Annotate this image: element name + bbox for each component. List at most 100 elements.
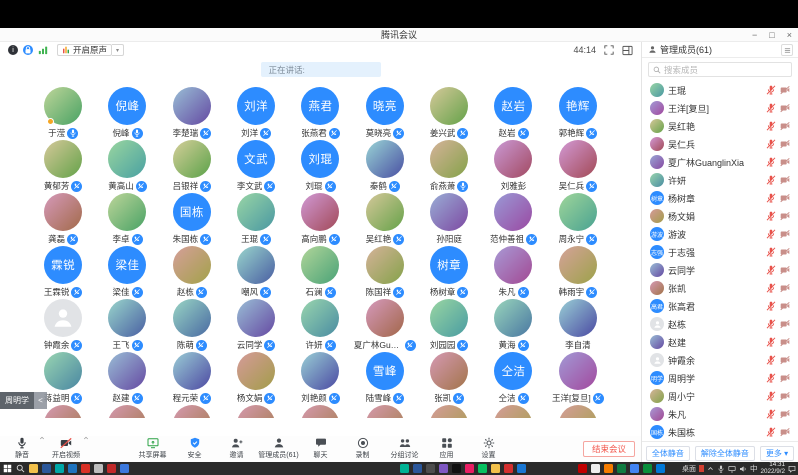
mic-off-icon[interactable] <box>766 247 776 257</box>
participant-tile[interactable]: 仝洁仝洁 <box>481 351 545 404</box>
member-row[interactable]: 赵建 <box>642 333 798 351</box>
mic-off-icon[interactable] <box>766 373 776 383</box>
toolbar-item-share-screen[interactable]: 共享屏幕 <box>136 437 170 460</box>
participant-tile[interactable]: 王洋[复旦] <box>546 351 610 404</box>
end-meeting-button[interactable]: 结束会议 <box>583 441 635 457</box>
hidden-icons-chevron[interactable] <box>707 465 714 472</box>
member-search-box[interactable] <box>648 62 792 77</box>
close-button[interactable]: × <box>787 28 792 42</box>
camera-off-icon[interactable] <box>780 211 790 221</box>
taskbar-app-icon[interactable] <box>42 464 51 473</box>
participant-tile[interactable]: 秦鹤 <box>353 139 417 192</box>
member-row[interactable]: 志强于志强 <box>642 243 798 261</box>
camera-off-icon[interactable] <box>780 391 790 401</box>
start-button-icon[interactable] <box>3 464 12 473</box>
participant-tile[interactable] <box>353 404 417 418</box>
participant-tile[interactable]: 赵岩赵岩 <box>481 86 545 139</box>
member-row[interactable]: 朱凡 <box>642 405 798 423</box>
camera-off-icon[interactable] <box>780 157 790 167</box>
mic-off-icon[interactable] <box>766 121 776 131</box>
participant-tile[interactable]: 云同学 <box>224 298 288 351</box>
participant-tile[interactable]: 陈萌 <box>160 298 224 351</box>
toolbar-item-mic[interactable]: 静音 <box>5 437 39 460</box>
participant-tile[interactable]: 刘园园 <box>417 298 481 351</box>
maximize-button[interactable]: □ <box>769 28 774 42</box>
camera-off-icon[interactable] <box>780 193 790 203</box>
camera-off-icon[interactable] <box>780 427 790 437</box>
taskbar-app-icon[interactable] <box>604 464 613 473</box>
taskbar-app-icon[interactable] <box>517 464 526 473</box>
toolbar-item-chat[interactable]: 聊天 <box>304 437 338 460</box>
participant-tile[interactable]: 俞燕萧 <box>417 139 481 192</box>
participant-tile[interactable]: 李卓 <box>95 192 159 245</box>
taskbar-app-icon[interactable] <box>656 464 665 473</box>
camera-off-icon[interactable] <box>780 409 790 419</box>
participant-tile[interactable]: 张凯 <box>417 351 481 404</box>
mic-off-icon[interactable] <box>766 337 776 347</box>
layout-view-icon[interactable] <box>622 45 633 56</box>
participant-tile[interactable]: 韩雨宇 <box>546 245 610 298</box>
tray-volume-icon[interactable] <box>739 465 747 473</box>
participant-tile[interactable]: 程元荣 <box>160 351 224 404</box>
taskbar-app-icon[interactable] <box>400 464 409 473</box>
participant-tile[interactable]: 刘艳颜 <box>288 351 352 404</box>
participant-tile[interactable]: 黄海 <box>481 298 545 351</box>
camera-off-icon[interactable] <box>780 265 790 275</box>
participant-tile[interactable]: 王琨 <box>224 192 288 245</box>
taskbar-app-icon[interactable] <box>413 464 422 473</box>
participant-tile[interactable]: 刘洋刘洋 <box>224 86 288 139</box>
participant-tile[interactable]: 钟霞余 <box>31 298 95 351</box>
taskbar-app-icon[interactable] <box>120 464 129 473</box>
participant-tile[interactable]: 于滢 <box>31 86 95 139</box>
participant-tile[interactable]: 刘雅彭 <box>481 139 545 192</box>
member-row[interactable]: 明学周明学 <box>642 369 798 387</box>
camera-off-icon[interactable] <box>780 121 790 131</box>
mic-off-icon[interactable] <box>766 193 776 203</box>
toolbar-item-breakout[interactable]: 分组讨论 <box>388 437 422 460</box>
participant-tile[interactable]: 晓亮莫晓亮 <box>353 86 417 139</box>
participant-tile[interactable]: 雪峰陆雪峰 <box>353 351 417 404</box>
camera-off-icon[interactable] <box>780 283 790 293</box>
member-row[interactable]: 张凯 <box>642 279 798 297</box>
taskbar-search-icon[interactable] <box>16 464 25 473</box>
member-row[interactable]: 周小宁 <box>642 387 798 405</box>
fullscreen-icon[interactable] <box>604 45 614 55</box>
participant-tile[interactable]: 许妍 <box>288 298 352 351</box>
mic-off-icon[interactable] <box>766 139 776 149</box>
participant-tile[interactable]: 霖锐王霖锐 <box>31 245 95 298</box>
tray-display-icon[interactable] <box>728 465 736 473</box>
participant-tile[interactable]: 陈国祥 <box>353 245 417 298</box>
participant-tile[interactable]: 石澜 <box>288 245 352 298</box>
mic-off-icon[interactable] <box>766 427 776 437</box>
taskbar-app-icon[interactable] <box>94 464 103 473</box>
action-center-icon[interactable] <box>788 465 796 473</box>
taskbar-app-icon[interactable] <box>491 464 500 473</box>
participant-tile[interactable]: 嘲风 <box>224 245 288 298</box>
taskbar-app-icon[interactable] <box>630 464 639 473</box>
participant-tile[interactable]: 杨文娟 <box>224 351 288 404</box>
search-input[interactable] <box>664 65 787 75</box>
member-row[interactable]: 夏广林GuanglinXia <box>642 153 798 171</box>
taskbar-clock[interactable]: 14:31 2022/9/2 <box>760 462 785 475</box>
participant-tile[interactable]: 黄郁芳 <box>31 139 95 192</box>
taskbar-app-icon[interactable] <box>617 464 626 473</box>
mute-all-button[interactable]: 全体静音 <box>646 446 690 461</box>
mic-off-icon[interactable] <box>766 229 776 239</box>
toolbar-item-members[interactable]: 管理成员(61) <box>262 437 296 460</box>
taskbar-app-icon[interactable] <box>81 464 90 473</box>
more-button[interactable]: 更多 ▾ <box>760 446 794 461</box>
participant-tile[interactable]: 树章杨树章 <box>417 245 481 298</box>
camera-off-icon[interactable] <box>780 319 790 329</box>
toolbar-item-cam-off2[interactable]: 开启视频 <box>49 437 83 460</box>
participant-tile[interactable]: 梁佳梁佳 <box>95 245 159 298</box>
participant-tile[interactable]: 孙阳庭 <box>417 192 481 245</box>
member-row[interactable]: 赵栋 <box>642 315 798 333</box>
participant-tile[interactable] <box>288 404 352 418</box>
taskbar-app-icon[interactable] <box>504 464 513 473</box>
member-row[interactable]: 树章杨树章 <box>642 189 798 207</box>
participant-tile[interactable]: 吴仁兵 <box>546 139 610 192</box>
security-level-icon[interactable] <box>23 45 33 55</box>
member-row[interactable]: 杨文娟 <box>642 207 798 225</box>
member-row[interactable]: 游波游波 <box>642 225 798 243</box>
camera-off-icon[interactable] <box>780 355 790 365</box>
